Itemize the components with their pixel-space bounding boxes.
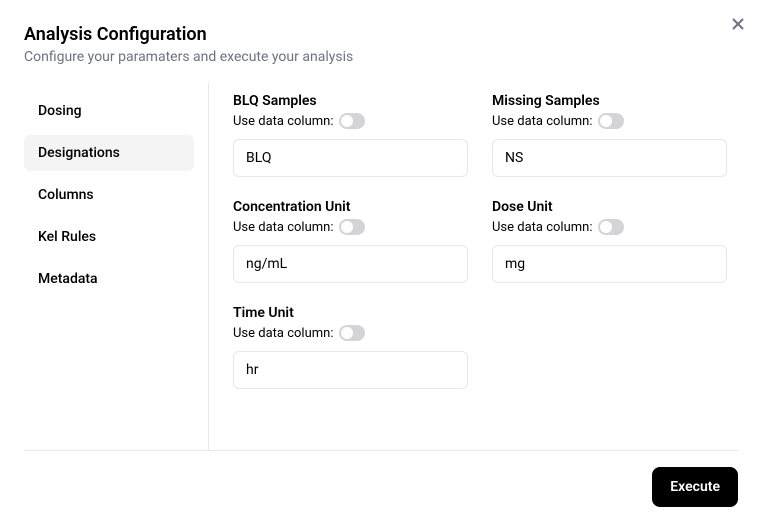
sidebar-item-columns[interactable]: Columns xyxy=(24,177,194,213)
toggle-label: Use data column: xyxy=(233,114,333,129)
sidebar-item-metadata[interactable]: Metadata xyxy=(24,261,194,297)
modal-header: Analysis Configuration Configure your pa… xyxy=(24,22,738,65)
page-subtitle: Configure your paramaters and execute yo… xyxy=(24,49,738,65)
missing-toggle[interactable] xyxy=(598,113,624,129)
blq-toggle[interactable] xyxy=(339,113,365,129)
field-label: Time Unit xyxy=(233,305,468,321)
sidebar-item-label: Dosing xyxy=(38,103,82,119)
time-unit-input[interactable] xyxy=(233,351,468,389)
close-icon[interactable] xyxy=(730,16,746,32)
toggle-row: Use data column: xyxy=(233,325,468,341)
sidebar-item-kel-rules[interactable]: Kel Rules xyxy=(24,219,194,255)
dose-unit-toggle[interactable] xyxy=(598,219,624,235)
toggle-label: Use data column: xyxy=(492,114,592,129)
sidebar-item-label: Metadata xyxy=(38,271,98,287)
analysis-config-modal: Analysis Configuration Configure your pa… xyxy=(0,0,762,523)
field-label: Concentration Unit xyxy=(233,199,468,215)
toggle-row: Use data column: xyxy=(233,219,468,235)
sidebar-item-label: Kel Rules xyxy=(38,229,96,245)
sidebar-item-designations[interactable]: Designations xyxy=(24,135,194,171)
toggle-label: Use data column: xyxy=(492,220,592,235)
field-time-unit: Time Unit Use data column: xyxy=(233,305,468,389)
toggle-row: Use data column: xyxy=(492,219,727,235)
time-unit-toggle[interactable] xyxy=(339,325,365,341)
field-label: Dose Unit xyxy=(492,199,727,215)
toggle-label: Use data column: xyxy=(233,326,333,341)
field-missing-samples: Missing Samples Use data column: xyxy=(492,93,727,177)
content-area: BLQ Samples Use data column: Missing Sam… xyxy=(209,83,738,450)
sidebar-item-label: Designations xyxy=(38,145,120,161)
sidebar-item-dosing[interactable]: Dosing xyxy=(24,93,194,129)
page-title: Analysis Configuration xyxy=(24,22,738,47)
modal-footer: Execute xyxy=(24,450,738,523)
sidebar: Dosing Designations Columns Kel Rules Me… xyxy=(24,83,209,450)
conc-unit-input[interactable] xyxy=(233,245,468,283)
conc-unit-toggle[interactable] xyxy=(339,219,365,235)
modal-body: Dosing Designations Columns Kel Rules Me… xyxy=(24,83,738,450)
field-dose-unit: Dose Unit Use data column: xyxy=(492,199,727,283)
sidebar-item-label: Columns xyxy=(38,187,94,203)
missing-input[interactable] xyxy=(492,139,727,177)
toggle-label: Use data column: xyxy=(233,220,333,235)
field-blq-samples: BLQ Samples Use data column: xyxy=(233,93,468,177)
toggle-row: Use data column: xyxy=(492,113,727,129)
field-label: BLQ Samples xyxy=(233,93,468,109)
field-concentration-unit: Concentration Unit Use data column: xyxy=(233,199,468,283)
field-label: Missing Samples xyxy=(492,93,727,109)
blq-input[interactable] xyxy=(233,139,468,177)
dose-unit-input[interactable] xyxy=(492,245,727,283)
toggle-row: Use data column: xyxy=(233,113,468,129)
execute-button[interactable]: Execute xyxy=(652,467,738,507)
